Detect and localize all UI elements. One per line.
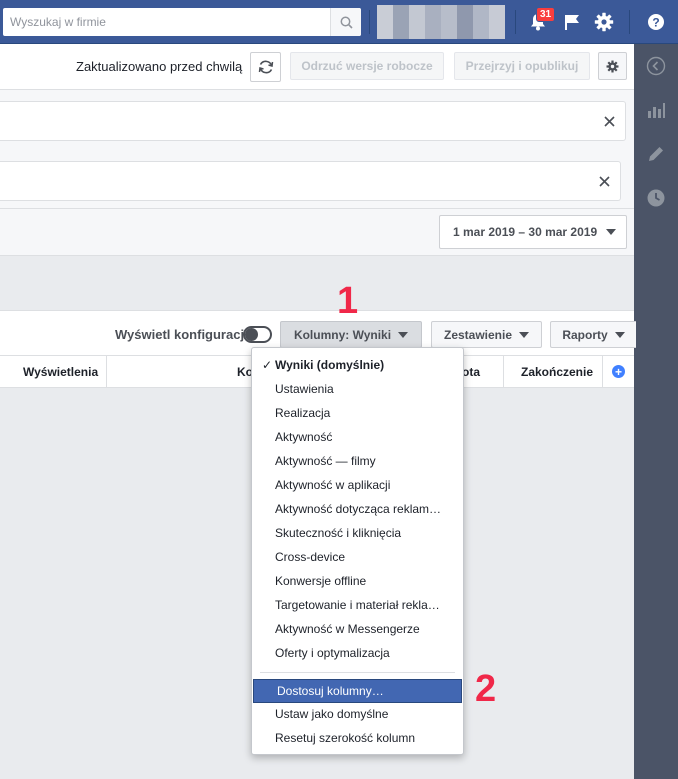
close-icon xyxy=(603,115,615,127)
caret-down-icon xyxy=(519,331,530,338)
refresh-icon xyxy=(258,60,273,74)
clock-icon xyxy=(647,189,665,207)
caret-down-icon xyxy=(398,331,409,338)
date-range-picker[interactable]: 1 mar 2019 – 30 mar 2019 xyxy=(439,215,627,249)
annotation-step-1: 1 xyxy=(337,280,359,322)
filter-area xyxy=(0,90,634,208)
chevron-left-circle-icon xyxy=(646,56,666,76)
clear-filter-button[interactable] xyxy=(602,114,616,128)
columns-dropdown-menu: ✓ Wyniki (domyślnie) Ustawienia Realizac… xyxy=(251,347,464,755)
gear-icon xyxy=(606,60,619,72)
menu-item-results-default[interactable]: ✓ Wyniki (domyślnie) xyxy=(252,353,463,377)
menu-item-messenger-engagement[interactable]: Aktywność w Messengerze xyxy=(252,617,463,641)
filter-field-2[interactable] xyxy=(0,161,621,201)
caret-down-icon xyxy=(606,229,617,235)
status-header: Zaktualizowano przed chwilą Odrzuć wersj… xyxy=(0,44,634,90)
reports-button[interactable]: Raporty xyxy=(550,321,636,348)
column-divider xyxy=(602,356,603,388)
plus-icon: + xyxy=(614,364,622,379)
add-column-button[interactable]: + xyxy=(612,365,625,378)
column-divider xyxy=(106,356,107,388)
bar-chart-icon xyxy=(648,103,665,118)
checkmark-icon: ✓ xyxy=(262,358,273,372)
menu-item-cross-device[interactable]: Cross-device xyxy=(252,545,463,569)
account-avatar-blurred[interactable] xyxy=(377,5,505,39)
column-end[interactable]: Zakończenie xyxy=(521,356,593,388)
discard-drafts-button[interactable]: Odrzuć wersje robocze xyxy=(290,52,444,80)
sidebar-history-button[interactable] xyxy=(634,176,678,220)
clear-filter-button[interactable] xyxy=(597,174,611,188)
updated-status-text: Zaktualizowano przed chwilą xyxy=(76,59,243,74)
filter-field-1[interactable] xyxy=(0,101,626,141)
date-range-label: 1 mar 2019 – 30 mar 2019 xyxy=(453,225,598,239)
help-button[interactable]: ? xyxy=(644,10,668,34)
menu-item-reset-widths[interactable]: Resetuj szerokość kolumn xyxy=(252,726,463,750)
toggle-knob xyxy=(245,328,258,341)
menu-item-set-default[interactable]: Ustaw jako domyślne xyxy=(252,702,463,726)
caret-down-icon xyxy=(614,331,625,338)
breakdown-button[interactable]: Zestawienie xyxy=(431,321,542,348)
column-impressions[interactable]: Wyświetlenia xyxy=(23,356,98,388)
help-icon: ? xyxy=(648,14,664,30)
search-input[interactable] xyxy=(3,8,330,36)
pencil-icon xyxy=(649,147,663,161)
close-icon xyxy=(598,175,610,187)
columns-button-label: Kolumny: Wyniki xyxy=(293,327,392,342)
column-divider xyxy=(503,356,504,388)
collapse-sidebar-button[interactable] xyxy=(634,44,678,88)
menu-item-engagement[interactable]: Aktywność xyxy=(252,425,463,449)
menu-item-delivery[interactable]: Realizacja xyxy=(252,401,463,425)
show-config-label: Wyświetl konfigurację xyxy=(115,327,252,342)
topbar-divider xyxy=(369,10,370,34)
show-config-toggle[interactable] xyxy=(243,326,272,343)
menu-item-performance-clicks[interactable]: Skuteczność i kliknięcia xyxy=(252,521,463,545)
top-bar: 31 ? xyxy=(0,0,678,44)
settings-button[interactable] xyxy=(592,10,616,34)
topbar-divider xyxy=(629,10,630,34)
gear-icon xyxy=(594,12,614,32)
sidebar-reports-button[interactable] xyxy=(634,88,678,132)
column-amount[interactable]: ota xyxy=(462,356,480,388)
refresh-button[interactable] xyxy=(250,52,281,82)
annotation-step-2: 2 xyxy=(475,668,497,710)
sidebar-edit-button[interactable] xyxy=(634,132,678,176)
notification-badge: 31 xyxy=(536,7,555,22)
search-icon xyxy=(340,16,353,29)
reports-button-label: Raporty xyxy=(562,327,608,342)
menu-item-settings[interactable]: Ustawienia xyxy=(252,377,463,401)
menu-item-customize-columns[interactable]: Dostosuj kolumny… xyxy=(253,679,462,703)
svg-text:?: ? xyxy=(652,15,659,29)
search-button[interactable] xyxy=(330,8,361,36)
menu-item-offline-conversions[interactable]: Konwersje offline xyxy=(252,569,463,593)
search-box xyxy=(3,8,361,36)
breakdown-button-label: Zestawienie xyxy=(443,327,513,342)
date-row: 1 mar 2019 – 30 mar 2019 xyxy=(0,208,634,256)
review-publish-button[interactable]: Przejrzyj i opublikuj xyxy=(454,52,590,80)
menu-item-label: Wyniki (domyślnie) xyxy=(275,358,385,372)
spacer xyxy=(0,256,634,310)
columns-button[interactable]: Kolumny: Wyniki xyxy=(280,321,422,348)
menu-item-targeting-creative[interactable]: Targetowanie i materiał rekla… xyxy=(252,593,463,617)
header-settings-button[interactable] xyxy=(598,52,627,80)
topbar-divider xyxy=(515,10,516,34)
menu-item-app-engagement[interactable]: Aktywność w aplikacji xyxy=(252,473,463,497)
flag-button[interactable] xyxy=(560,10,584,34)
menu-item-ad-engagement[interactable]: Aktywność dotycząca reklam… xyxy=(252,497,463,521)
flag-icon xyxy=(565,15,579,30)
menu-item-video-engagement[interactable]: Aktywność — filmy xyxy=(252,449,463,473)
menu-divider xyxy=(260,672,455,673)
menu-item-offers-optimization[interactable]: Oferty i optymalizacja xyxy=(252,641,463,665)
right-sidebar xyxy=(634,44,678,779)
